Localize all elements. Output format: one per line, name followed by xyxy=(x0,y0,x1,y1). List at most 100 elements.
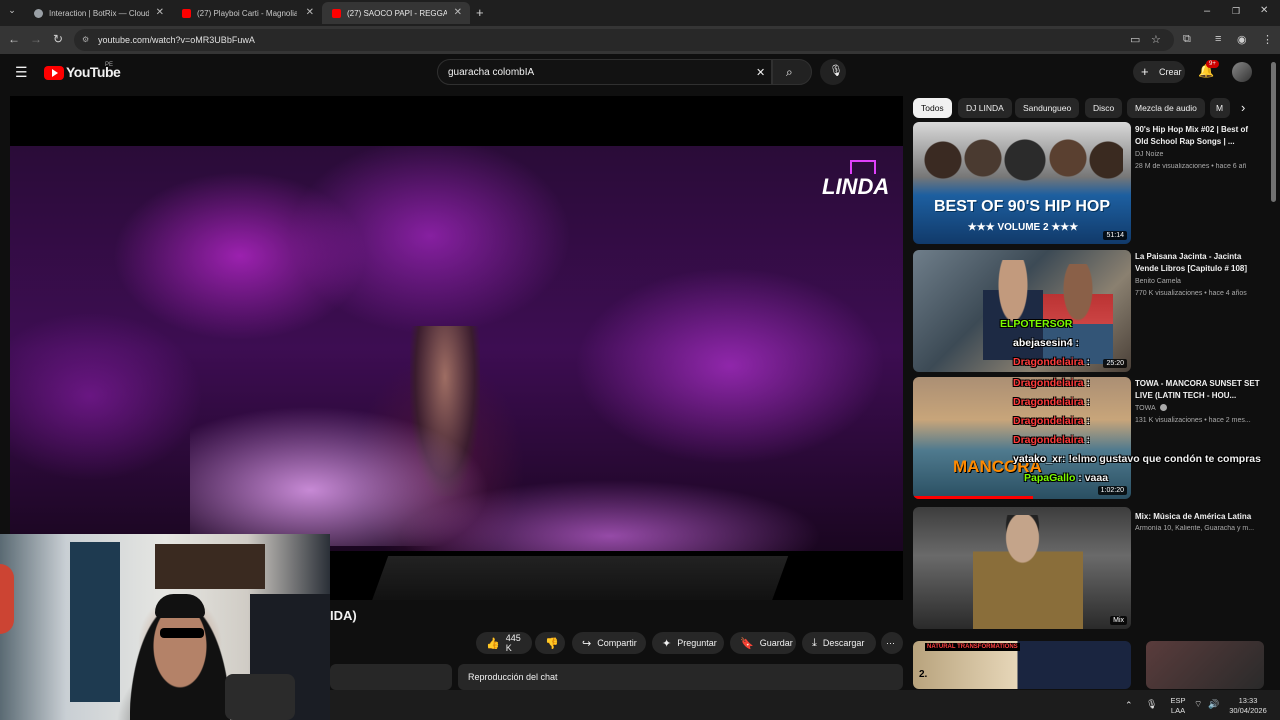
chat-text: : xyxy=(1086,356,1091,368)
chip-dj-linda[interactable]: DJ LINDA xyxy=(958,98,1012,118)
tab-search-chevron-icon[interactable]: ⌄ xyxy=(4,5,20,16)
save-label: Guardar xyxy=(759,638,793,648)
tab-botrix[interactable]: Interaction | BotRix — Cloud St ✕ xyxy=(24,2,172,24)
close-window-button[interactable]: ✕ xyxy=(1260,5,1268,16)
chip-partial[interactable]: M xyxy=(1210,98,1230,118)
country-code: PE xyxy=(105,62,114,68)
chip-disco[interactable]: Disco xyxy=(1085,98,1123,118)
chip-sandungueo[interactable]: Sandungueo xyxy=(1015,98,1080,118)
video-title[interactable]: TOWA - MANCORA SUNSET SET LIVE (LATIN TE… xyxy=(1135,378,1260,402)
clock[interactable]: 13:33 30/04/2026 xyxy=(1224,696,1272,716)
tab-title: Interaction | BotRix — Cloud St xyxy=(49,8,149,18)
maximize-button[interactable]: ❐ xyxy=(1232,6,1240,17)
create-button[interactable]: + Crear xyxy=(1133,61,1185,83)
scrollbar[interactable] xyxy=(1271,62,1276,202)
save-button[interactable]: 🔖 Guardar xyxy=(730,632,796,654)
thumb-subtitle-text: ★★★ VOLUME 2 ★★★ xyxy=(967,222,1079,233)
address-bar[interactable]: ⚙ youtube.com/watch?v=oMR3UBbFuwA xyxy=(74,29,1174,51)
description-box[interactable] xyxy=(330,664,452,690)
site-info-icon[interactable]: ⚙ xyxy=(82,35,89,44)
thumb-title-text: BEST OF 90'S HIP HOP xyxy=(934,198,1110,215)
bookmark-icon: 🔖 xyxy=(740,637,754,650)
mic-tray-icon[interactable]: 🎙 xyxy=(1146,699,1157,709)
video-thumbnail[interactable]: NATURAL TRANSFORMATIONS 2. xyxy=(913,641,1131,689)
extensions-icon[interactable]: ⧉ xyxy=(1183,33,1191,46)
clear-search-icon[interactable]: ✕ xyxy=(756,66,765,79)
video-thumbnail[interactable]: Mix xyxy=(913,507,1131,629)
wifi-icon[interactable]: ⌔ xyxy=(1194,699,1202,709)
tab-close-icon[interactable]: ✕ xyxy=(454,7,462,18)
ask-button[interactable]: ✦ Preguntar xyxy=(652,632,724,654)
sparkle-icon: ✦ xyxy=(662,637,672,650)
video-thumbnail[interactable]: BEST OF 90'S HIP HOP ★★★ VOLUME 2 ★★★ 51… xyxy=(913,122,1131,244)
mix-badge: Mix xyxy=(1110,616,1127,625)
plus-icon: + xyxy=(1141,64,1149,79)
more-dots-icon: ⋯ xyxy=(886,637,895,648)
video-title[interactable]: La Paisana Jacinta - Jacinta Vende Libro… xyxy=(1135,251,1260,275)
cast-icon[interactable]: ▭ xyxy=(1130,33,1140,46)
url-text: youtube.com/watch?v=oMR3UBbFuwA xyxy=(98,35,255,45)
tab-close-icon[interactable]: ✕ xyxy=(306,7,314,18)
browser-menu-icon[interactable]: ⋮ xyxy=(1262,33,1273,46)
chat-user: Dragondelaira xyxy=(1013,415,1084,427)
chevron-right-icon[interactable]: › xyxy=(1238,100,1249,115)
stage-light xyxy=(190,406,490,546)
crown-icon xyxy=(850,160,876,174)
chat-replay-toggle[interactable]: Reproducción del chat xyxy=(458,664,903,690)
chat-user: ELPOTERSOR xyxy=(1000,318,1073,330)
tray-chevron-icon[interactable]: ⌃ xyxy=(1125,700,1133,710)
hamburger-menu-icon[interactable]: ☰ xyxy=(15,64,28,81)
video-title[interactable]: 90's Hip Hop Mix #02 | Best of Old Schoo… xyxy=(1135,124,1260,148)
voice-search-button[interactable]: 🎙 xyxy=(820,59,846,85)
language-indicator[interactable]: ESP LAA xyxy=(1168,696,1188,716)
system-taskbar: ⌃ 🎙 ESP LAA ⌔ 🔊 13:33 30/04/2026 xyxy=(330,690,1280,720)
jacinta-figure xyxy=(1043,264,1113,364)
profile-icon[interactable]: ◉ xyxy=(1237,33,1247,46)
tab-close-icon[interactable]: ✕ xyxy=(156,7,164,18)
more-actions-button[interactable]: ⋯ xyxy=(881,632,903,654)
new-tab-button[interactable]: + xyxy=(476,5,484,20)
share-label: Compartir xyxy=(597,638,637,648)
tab-saoco-papi[interactable]: (27) SAOCO PAPI - REGGAE ✕ xyxy=(322,2,470,24)
youtube-logo-icon[interactable] xyxy=(44,66,64,80)
dislike-button[interactable]: 👎 xyxy=(535,632,565,654)
channel-name[interactable]: DJ Noize xyxy=(1135,151,1163,158)
chip-mezcla-audio[interactable]: Mezcla de audio xyxy=(1127,98,1205,118)
youtube-header: ☰ YouTube PE guaracha colombIA ✕ ⌕ 🎙 + C… xyxy=(0,54,1280,92)
create-label: Crear xyxy=(1159,67,1182,77)
channel-name[interactable]: Armonía 10, Kaliente, Guaracha y m... xyxy=(1135,525,1263,532)
thumbs-up-icon: 👍 xyxy=(486,637,500,650)
chat-message: Dragondelaira : xyxy=(1013,396,1090,408)
avatar[interactable] xyxy=(1232,62,1252,82)
media-control-icon[interactable]: ≡ xyxy=(1215,33,1221,45)
like-button[interactable]: 👍 445 K xyxy=(476,632,532,654)
video-thumbnail[interactable] xyxy=(1146,641,1264,689)
download-button[interactable]: ⤓ Descargar xyxy=(802,632,876,654)
reload-icon[interactable]: ↻ xyxy=(50,32,66,46)
back-arrow-icon[interactable]: ← xyxy=(6,32,22,46)
search-button[interactable]: ⌕ xyxy=(772,59,812,85)
share-button[interactable]: ↪ Compartir xyxy=(572,632,646,654)
watch-progress-bar xyxy=(913,496,1033,499)
tab-magnolia[interactable]: (27) Playboi Carti - Magnolia - ✕ xyxy=(172,2,322,24)
forward-arrow-icon[interactable]: → xyxy=(28,32,44,46)
bookmark-star-icon[interactable]: ☆ xyxy=(1151,33,1161,46)
channel-watermark: LINDA xyxy=(822,174,890,199)
video-player[interactable]: LINDA xyxy=(10,96,903,600)
chat-message: Dragondelaira : xyxy=(1013,415,1090,427)
globe-icon xyxy=(34,8,43,18)
minimize-button[interactable]: – xyxy=(1204,5,1210,17)
volume-icon[interactable]: 🔊 xyxy=(1208,699,1219,709)
video-thumbnail[interactable]: 25:20 xyxy=(913,250,1131,372)
search-input[interactable]: guaracha colombIA ✕ xyxy=(437,59,772,85)
chat-message: Dragondelaira : xyxy=(1013,434,1090,446)
channel-name[interactable]: TOWA xyxy=(1135,405,1156,412)
duration-badge: 1:02:20 xyxy=(1097,486,1127,495)
video-title[interactable]: Mix: Música de América Latina xyxy=(1135,511,1260,523)
channel-name[interactable]: Benito Camela xyxy=(1135,278,1181,285)
wall-dartboard xyxy=(0,564,14,634)
streamer-figure xyxy=(130,604,230,720)
chip-todos[interactable]: Todos xyxy=(913,98,952,118)
chat-user: Dragondelaira xyxy=(1013,396,1084,408)
search-value: guaracha colombIA xyxy=(448,67,535,78)
